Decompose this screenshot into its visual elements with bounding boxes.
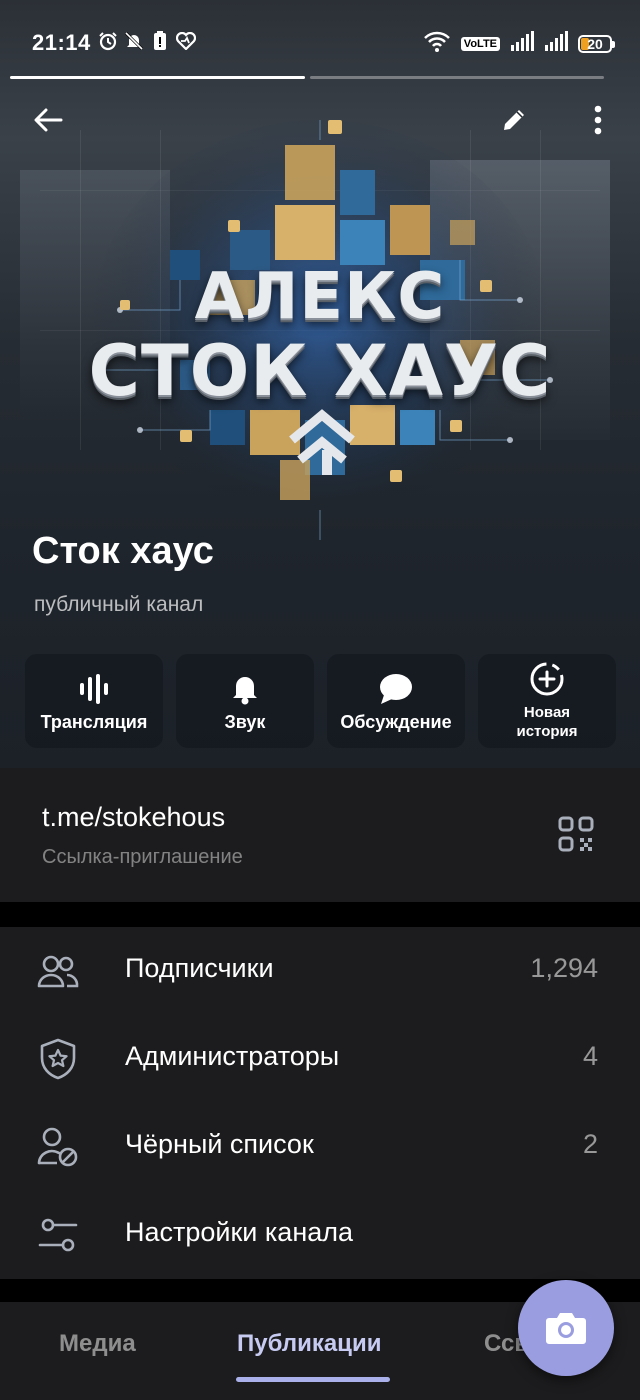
edit-button[interactable] (492, 98, 536, 142)
subscribers-count: 1,294 (530, 953, 598, 983)
administrators-label: Администраторы (125, 1041, 340, 1071)
discussion-button[interactable]: Обсуждение (327, 654, 465, 748)
story-progress-segment (309, 76, 604, 79)
user-blocked-icon (36, 1125, 80, 1169)
channel-cover: АЛЕКС СТОК ХАУС 21:14 VoLTE 20 Сток хаус… (0, 0, 640, 768)
settings-sliders-icon (36, 1213, 80, 1257)
channel-logo: АЛЕКС СТОК ХАУС (60, 110, 580, 550)
arrow-left-icon (34, 108, 63, 132)
invite-link-panel[interactable]: t.me/stokehous Ссылка-приглашение (0, 768, 640, 902)
channel-menu: Подписчики 1,294 Администраторы 4 Чёрный… (0, 927, 640, 1279)
story-progress-segment (10, 76, 305, 79)
signal-icon (544, 31, 568, 56)
shield-star-icon (36, 1037, 80, 1081)
administrators-count: 4 (582, 1041, 598, 1071)
pencil-icon (504, 110, 524, 130)
battery-icon: 20 (578, 34, 615, 53)
camera-icon (546, 1313, 586, 1344)
new-story-label: Новая история (516, 704, 578, 740)
camera-button[interactable] (518, 1280, 614, 1376)
qr-code-icon (558, 816, 594, 852)
channel-settings-label: Настройки канала (125, 1217, 354, 1247)
live-stream-label: Трансляция (40, 711, 148, 732)
invite-link-subtitle: Ссылка-приглашение (42, 846, 243, 868)
battery-alert-icon (150, 30, 170, 52)
sound-button[interactable]: Звук (176, 654, 314, 748)
more-options-button[interactable] (576, 98, 620, 142)
channel-settings-row[interactable]: Настройки канала (0, 1191, 640, 1279)
back-button[interactable] (26, 98, 70, 142)
active-tab-indicator (236, 1377, 390, 1382)
users-icon (36, 949, 80, 993)
alarm-icon (98, 30, 118, 52)
new-story-button[interactable]: Новая история (478, 654, 616, 748)
live-stream-button[interactable]: Трансляция (25, 654, 163, 748)
live-stream-icon (78, 671, 110, 707)
more-vertical-icon (594, 105, 602, 135)
channel-type: публичный канал (34, 593, 204, 616)
chat-bubble-icon (379, 671, 413, 707)
status-bar: 21:14 VoLTE 20 (0, 0, 640, 80)
heart-icon (176, 30, 196, 52)
bell-off-icon (124, 30, 144, 52)
bell-icon (230, 671, 260, 707)
battery-level: 20 (587, 35, 603, 52)
subscribers-row[interactable]: Подписчики 1,294 (0, 927, 640, 1015)
channel-actions: Трансляция Звук Обсуждение Новая история (25, 654, 616, 748)
signal-icon (510, 31, 534, 56)
tab-publications[interactable]: Публикации (237, 1330, 381, 1358)
status-time: 21:14 (32, 30, 91, 55)
blacklist-label: Чёрный список (125, 1129, 314, 1159)
blacklist-row[interactable]: Чёрный список 2 (0, 1103, 640, 1191)
logo-title-line2: СТОК ХАУС (88, 330, 552, 412)
administrators-row[interactable]: Администраторы 4 (0, 1015, 640, 1103)
sound-label: Звук (224, 711, 266, 732)
story-progress (10, 76, 604, 80)
invite-link-url[interactable]: t.me/stokehous (42, 802, 225, 833)
wifi-icon (423, 30, 451, 57)
subscribers-label: Подписчики (125, 953, 274, 983)
volte-icon: VoLTE (460, 36, 500, 51)
logo-title-line1: АЛЕКС (194, 260, 446, 334)
channel-name: Сток хаус (32, 530, 214, 572)
discussion-label: Обсуждение (340, 711, 452, 732)
add-story-icon (529, 661, 565, 697)
blacklist-count: 2 (582, 1129, 598, 1159)
qr-code-button[interactable] (556, 814, 596, 854)
tab-media[interactable]: Медиа (59, 1330, 136, 1358)
